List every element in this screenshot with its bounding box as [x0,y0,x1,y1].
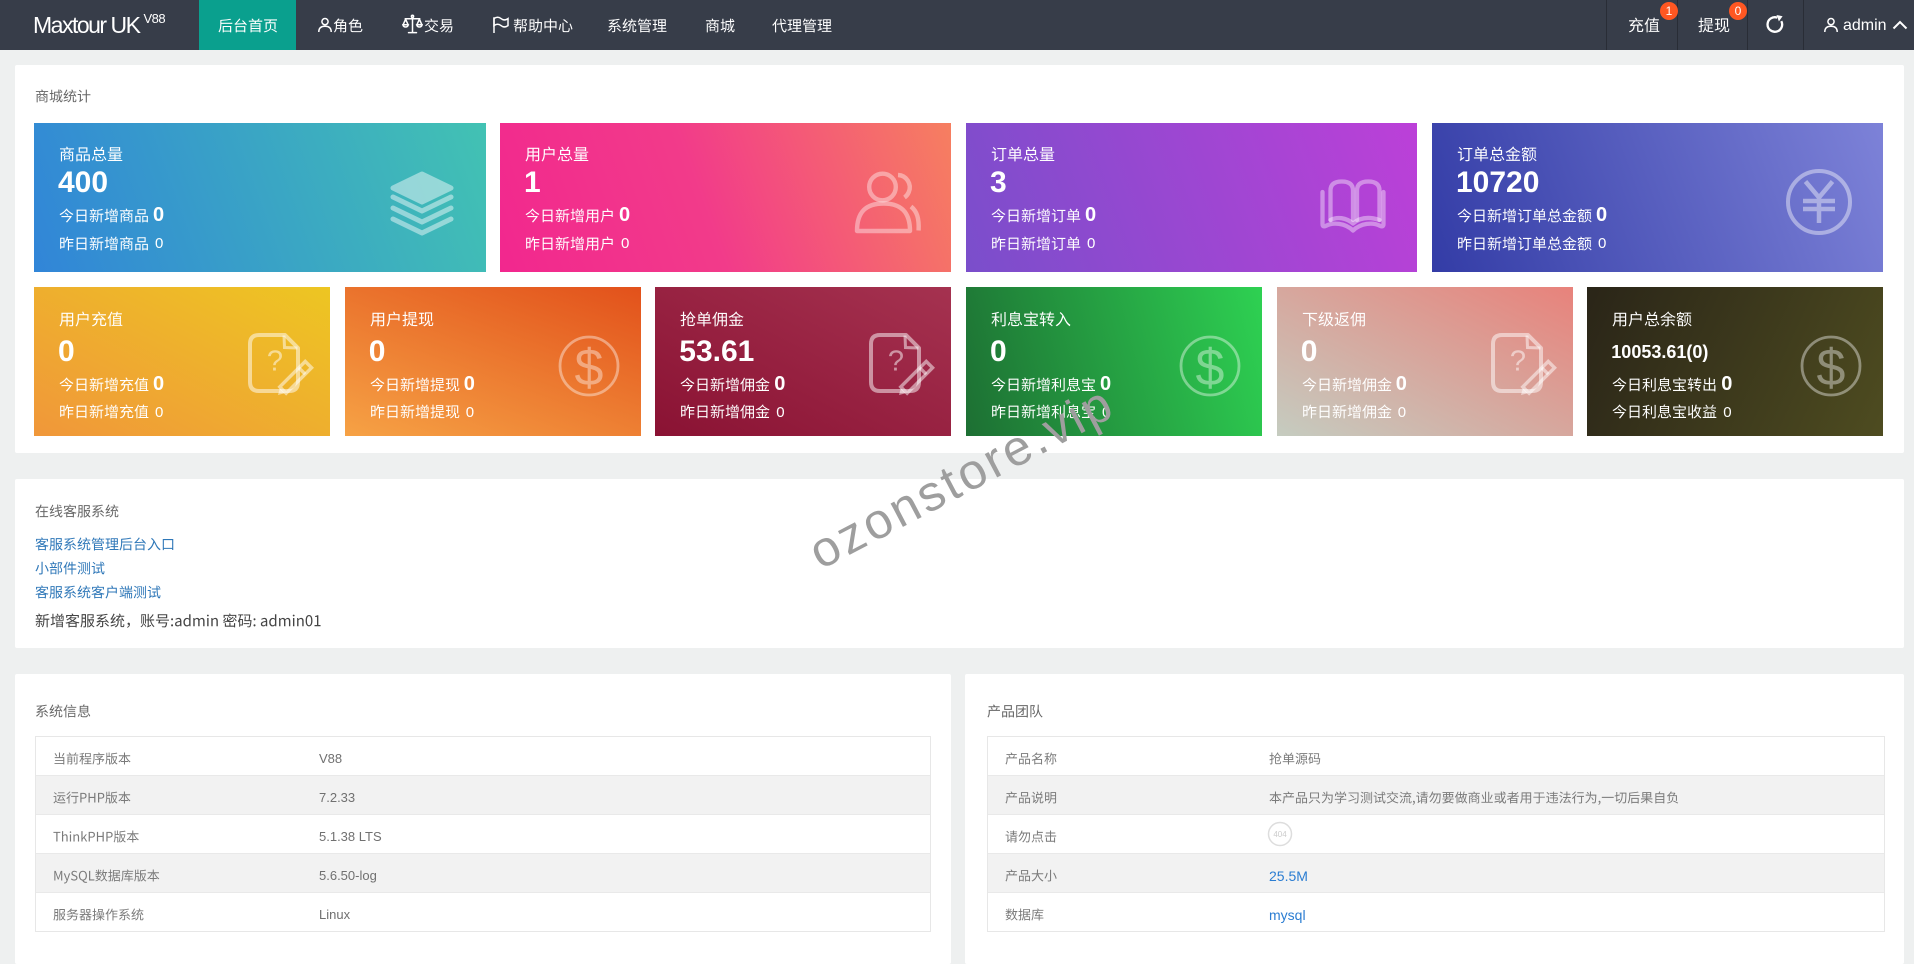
svg-text:$: $ [574,339,603,397]
svg-text:?: ? [267,345,283,377]
svg-text:$: $ [1817,339,1846,397]
svg-text:404: 404 [1273,830,1287,839]
svg-text:?: ? [1510,345,1526,377]
svg-text:$: $ [1196,339,1225,397]
svg-text:?: ? [888,345,904,377]
